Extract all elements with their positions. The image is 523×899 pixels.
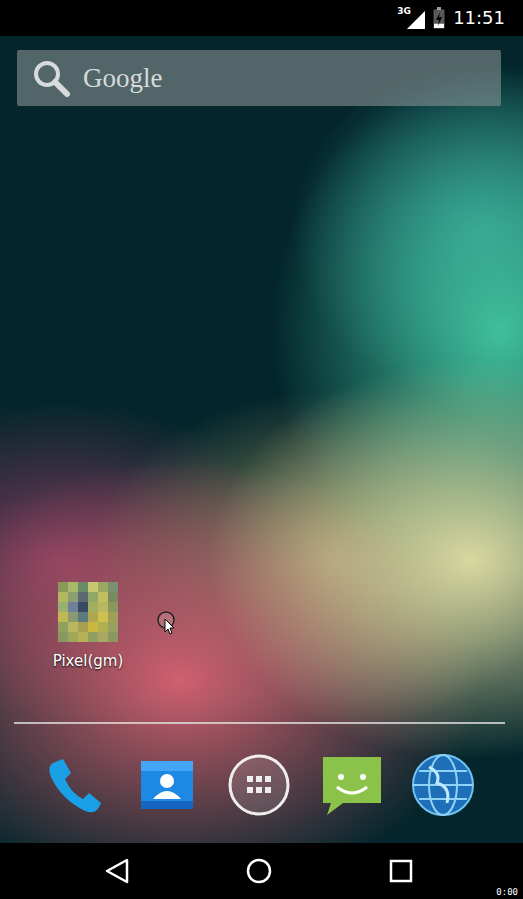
dock-item[interactable] [213, 753, 305, 843]
app-shortcut[interactable]: Pixel(gm) [43, 582, 133, 670]
back-button[interactable] [102, 857, 132, 885]
network-indicator: 3G [401, 7, 425, 29]
dock-divider [14, 722, 505, 724]
dock-item[interactable] [29, 753, 121, 843]
battery-icon [433, 7, 445, 29]
navigation-bar: 0:00 [0, 843, 523, 899]
touch-indicator [156, 610, 176, 630]
status-bar: 3G 11:51 [0, 0, 523, 36]
launcher-icon[interactable] [227, 753, 291, 817]
dock-item[interactable] [121, 753, 213, 843]
home-button[interactable] [244, 857, 274, 885]
dock-item[interactable] [397, 753, 489, 843]
browser-icon[interactable] [411, 753, 475, 817]
dock-item[interactable] [305, 753, 397, 843]
clock: 11:51 [453, 9, 505, 27]
dock [0, 724, 523, 843]
home-icon[interactable] [244, 857, 274, 885]
back-icon[interactable] [102, 857, 132, 885]
app-label[interactable]: Pixel(gm) [53, 652, 124, 670]
search-label[interactable]: Google [83, 63, 162, 94]
pixel-app-icon[interactable] [58, 582, 118, 642]
workspace: Pixel(gm) [0, 106, 523, 722]
network-type: 3G [397, 7, 411, 16]
recents-icon[interactable] [386, 857, 416, 885]
recording-timer: 0:00 [496, 888, 518, 897]
recents-button[interactable] [386, 857, 416, 885]
phone-icon[interactable] [43, 753, 107, 817]
messaging-icon[interactable] [319, 753, 383, 817]
search-icon[interactable] [31, 58, 71, 98]
cursor-icon [156, 610, 178, 636]
contacts-icon[interactable] [135, 753, 199, 817]
search-bar[interactable]: Google [17, 50, 501, 106]
